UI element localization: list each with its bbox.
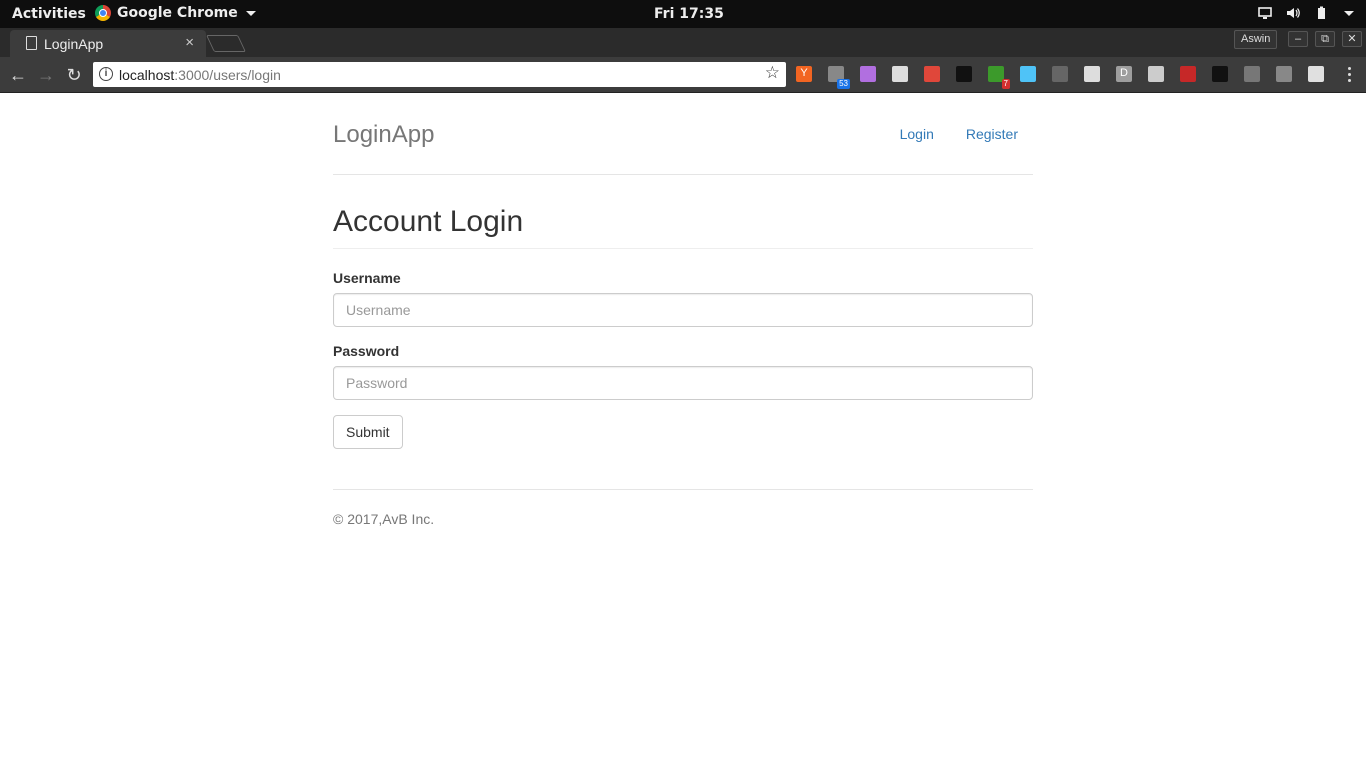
url-path: :3000/users/login xyxy=(174,67,281,83)
nav-login-link[interactable]: Login xyxy=(900,126,934,142)
github-icon[interactable] xyxy=(1244,66,1260,82)
forward-arrow-icon[interactable]: → xyxy=(36,65,56,85)
tab-title: LoginApp xyxy=(44,36,104,52)
password-input[interactable] xyxy=(333,366,1033,400)
volume-icon xyxy=(1287,8,1300,18)
url-text: localhost:3000/users/login xyxy=(119,67,281,83)
username-input[interactable] xyxy=(333,293,1033,327)
red-ext-icon[interactable] xyxy=(1180,66,1196,82)
activities-button[interactable]: Activities xyxy=(12,6,86,22)
clock[interactable]: Fri 17:35 xyxy=(654,6,724,22)
app-menu[interactable]: Google Chrome xyxy=(95,5,256,21)
browser-menu-icon[interactable] xyxy=(1348,67,1352,85)
close-window-button[interactable]: ✕ xyxy=(1342,31,1362,47)
brand-link[interactable]: LoginApp xyxy=(333,121,434,149)
reload-icon[interactable]: ↻ xyxy=(64,65,84,85)
heart-icon[interactable] xyxy=(1020,66,1036,82)
app-header: LoginApp Login Register xyxy=(333,93,1033,175)
extension-badge: 53 xyxy=(837,79,850,89)
gnome-foot-icon[interactable] xyxy=(956,66,972,82)
password-group: Password xyxy=(333,343,1033,400)
chevron-down-icon xyxy=(245,10,256,16)
extension-label: Y xyxy=(800,67,808,79)
app-menu-label: Google Chrome xyxy=(117,5,238,21)
tab-strip: LoginApp × Aswin – ⧉ ✕ xyxy=(0,28,1366,57)
footer-copyright: © 2017,AvB Inc. xyxy=(333,489,1033,527)
printer-ext-icon[interactable] xyxy=(892,66,908,82)
password-label: Password xyxy=(333,343,400,359)
nav-links: Login Register xyxy=(900,126,1018,142)
nav-register-link[interactable]: Register xyxy=(966,126,1018,142)
extension-label: D xyxy=(1120,67,1128,79)
address-bar[interactable]: i localhost:3000/users/login ☆ xyxy=(93,62,786,87)
system-menu-chevron-icon xyxy=(1344,10,1354,16)
tab-close-icon[interactable]: × xyxy=(185,34,194,51)
submit-button[interactable]: Submit xyxy=(333,415,403,449)
profile-button[interactable]: Aswin xyxy=(1234,30,1278,49)
page-container: LoginApp Login Register Account Login Us… xyxy=(333,93,1033,527)
back-arrow-icon[interactable]: ← xyxy=(8,65,28,85)
browser-toolbar: ← → ↻ i localhost:3000/users/login ☆ Y 53… xyxy=(0,57,1366,93)
extensions-row: Y 53 7 D xyxy=(796,66,1324,89)
download-arrow-icon[interactable]: 7 xyxy=(988,66,1010,89)
search-ext-icon[interactable] xyxy=(1276,66,1292,82)
puzzle-ext-icon[interactable] xyxy=(1084,66,1100,82)
youtube-icon[interactable] xyxy=(1052,66,1068,82)
maximize-button[interactable]: ⧉ xyxy=(1315,31,1335,47)
system-tray[interactable] xyxy=(1258,6,1354,20)
extension-badge: 7 xyxy=(1001,79,1010,89)
y-icon[interactable]: Y xyxy=(796,66,812,82)
purple-ext-icon[interactable] xyxy=(860,66,876,82)
minimize-button[interactable]: – xyxy=(1288,31,1308,47)
magnifier-ext-icon[interactable] xyxy=(1212,66,1228,82)
url-host: localhost xyxy=(119,67,175,83)
striped-ext-icon[interactable] xyxy=(1308,66,1324,82)
username-group: Username xyxy=(333,270,1033,327)
info-icon[interactable]: i xyxy=(99,67,113,81)
username-label: Username xyxy=(333,270,401,286)
bookmark-star-icon[interactable]: ☆ xyxy=(765,63,780,83)
tab-loginapp[interactable]: LoginApp × xyxy=(10,30,206,57)
shield-ext-icon[interactable] xyxy=(1148,66,1164,82)
system-top-bar: Activities Google Chrome Fri 17:35 xyxy=(0,0,1366,28)
chrome-icon xyxy=(95,5,111,21)
screen-icon xyxy=(1258,7,1272,19)
page-icon xyxy=(26,36,37,50)
new-tab-button[interactable] xyxy=(206,35,246,52)
d-ext-icon[interactable]: D xyxy=(1116,66,1132,82)
color-wheel-icon[interactable] xyxy=(924,66,940,82)
battery-icon xyxy=(1318,6,1325,19)
page-title: Account Login xyxy=(333,205,1033,249)
badge-ext-icon[interactable]: 53 xyxy=(828,66,850,89)
